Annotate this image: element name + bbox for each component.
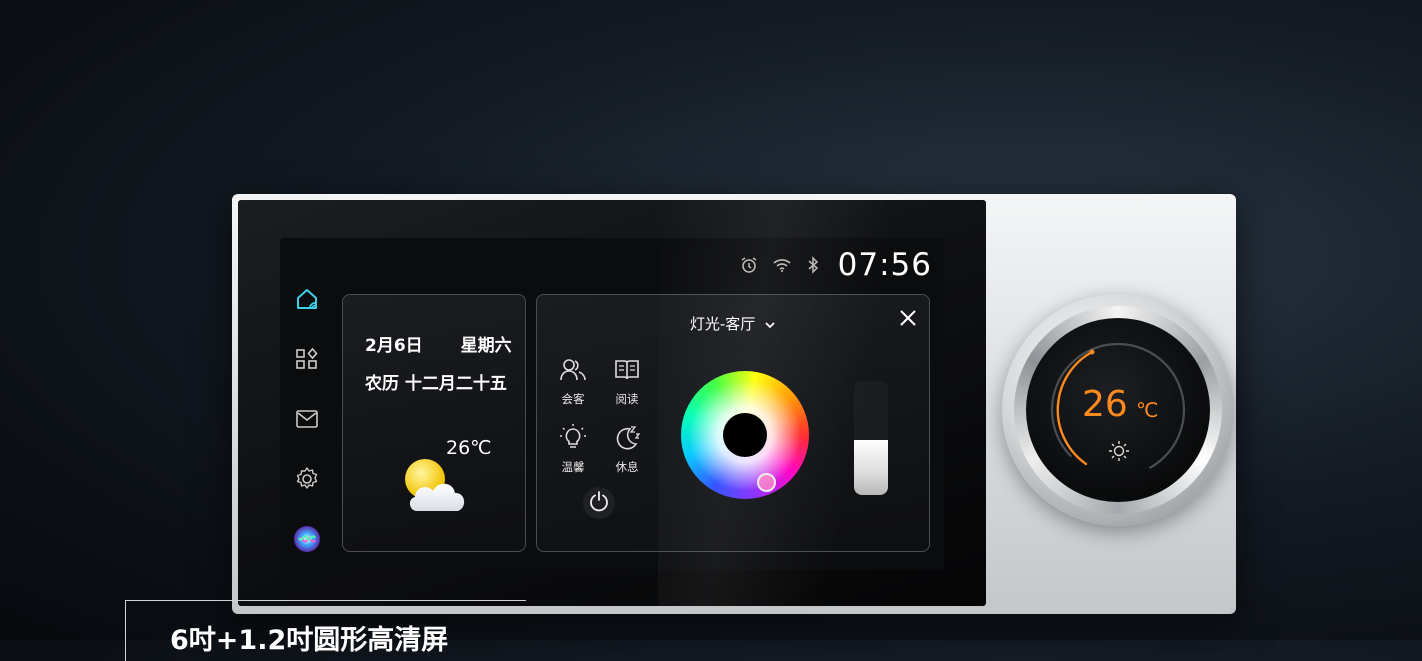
knob-screen: 26 ℃ — [1026, 318, 1210, 502]
caption-title: 6吋+1.2吋圆形高清屏 — [170, 625, 449, 656]
close-icon — [897, 310, 919, 333]
bluetooth-icon — [806, 256, 820, 274]
brightness-slider[interactable] — [854, 381, 888, 495]
weekday-label: 星期六 — [460, 336, 512, 356]
power-button[interactable] — [583, 487, 615, 519]
clock-time: 07:56 — [837, 247, 932, 283]
scene-label: 休息 — [615, 460, 639, 474]
color-picker-handle[interactable] — [757, 473, 776, 492]
home-icon — [294, 286, 320, 316]
alarm-icon — [740, 256, 758, 274]
weather-temperature: 26℃ — [446, 437, 492, 459]
sidebar-item-messages[interactable] — [292, 406, 322, 436]
scene-guests[interactable]: 会客 — [553, 357, 593, 407]
lunar-date: 农历 十二月二十五 — [365, 374, 507, 394]
light-control-card: 灯光-客厅 会客 阅读 温馨 休息 — [536, 294, 930, 552]
guests-icon — [559, 359, 587, 387]
sidebar-nav — [292, 286, 322, 586]
bulb-icon — [559, 424, 587, 455]
sun-icon — [1108, 440, 1130, 466]
partly-cloudy-icon — [403, 457, 477, 519]
glass-panel: 07:56 2月6日 星期六 农历 十二月二十五 26℃ 灯光-客厅 会客 阅读… — [238, 200, 986, 606]
room-label: 灯光-客厅 — [689, 315, 756, 333]
sidebar-item-apps[interactable] — [292, 346, 322, 376]
date-label: 2月6日 — [365, 336, 423, 356]
mail-icon — [295, 409, 319, 433]
sidebar-item-voice-assistant[interactable] — [292, 526, 322, 556]
chevron-down-icon — [764, 316, 776, 334]
scene-label: 温馨 — [561, 460, 585, 474]
voice-assistant-icon — [293, 525, 321, 557]
color-wheel-center — [723, 413, 767, 457]
status-bar: 07:56 — [740, 247, 932, 283]
scene-label: 会客 — [561, 392, 585, 406]
scene-cozy[interactable]: 温馨 — [553, 423, 593, 475]
wifi-icon — [772, 257, 792, 273]
book-icon — [613, 360, 641, 387]
close-button[interactable] — [897, 307, 919, 329]
touch-screen: 07:56 2月6日 星期六 农历 十二月二十五 26℃ 灯光-客厅 会客 阅读… — [280, 238, 944, 570]
knob-temperature: 26 — [1082, 384, 1128, 425]
date-weather-card[interactable]: 2月6日 星期六 农历 十二月二十五 26℃ — [342, 294, 526, 552]
sidebar-item-settings[interactable] — [292, 466, 322, 496]
date-text: 2月6日 星期六 — [365, 331, 512, 356]
sidebar-item-home[interactable] — [292, 286, 322, 316]
color-wheel[interactable] — [681, 371, 809, 499]
smart-panel-device: 07:56 2月6日 星期六 农历 十二月二十五 26℃ 灯光-客厅 会客 阅读… — [232, 194, 1236, 614]
round-knob[interactable]: 26 ℃ — [1002, 294, 1234, 526]
power-icon — [588, 490, 610, 516]
knob-unit: ℃ — [1136, 398, 1159, 422]
brightness-slider-fill — [854, 440, 888, 495]
settings-icon — [294, 466, 320, 496]
scene-reading[interactable]: 阅读 — [607, 357, 647, 407]
sleep-icon — [613, 426, 641, 455]
scene-label: 阅读 — [615, 392, 639, 406]
room-selector[interactable]: 灯光-客厅 — [537, 313, 929, 334]
scene-rest[interactable]: 休息 — [607, 423, 647, 475]
apps-icon — [295, 347, 319, 375]
